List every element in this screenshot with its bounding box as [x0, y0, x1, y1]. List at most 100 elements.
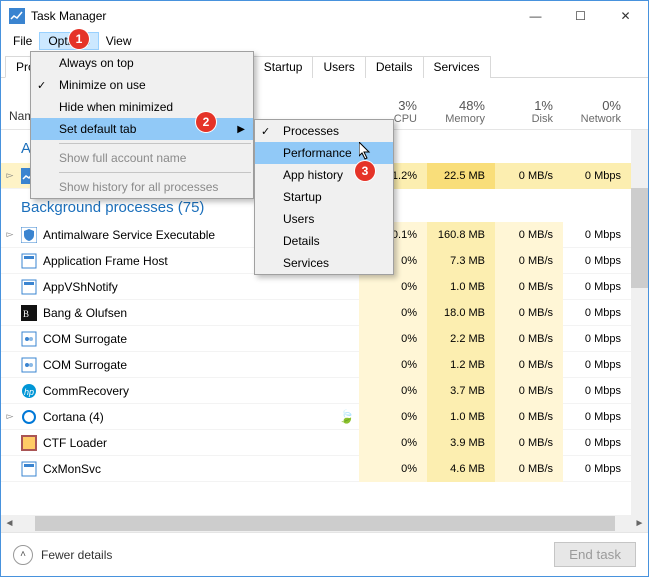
- scroll-left-icon[interactable]: ◄: [1, 518, 18, 529]
- table-row[interactable]: BBang & Olufsen0%18.0 MB0 MB/s0 Mbps: [1, 300, 648, 326]
- cell-disk: 0 MB/s: [495, 456, 563, 482]
- cell-cpu: 0%: [359, 378, 427, 404]
- cell-network: 0 Mbps: [563, 326, 631, 352]
- submenu-item[interactable]: ✓Processes: [255, 120, 393, 142]
- menu-item[interactable]: Always on top: [31, 52, 253, 74]
- process-name: COM Surrogate: [19, 357, 359, 373]
- cell-cpu: 0%: [359, 274, 427, 300]
- app-icon: [21, 253, 37, 269]
- app-icon: [21, 279, 37, 295]
- menu-item[interactable]: Hide when minimized: [31, 96, 253, 118]
- cell-memory: 4.6 MB: [427, 456, 495, 482]
- svg-text:hp: hp: [24, 387, 34, 397]
- cell-memory: 22.5 MB: [427, 163, 495, 189]
- horizontal-scrollbar[interactable]: ◄ ►: [1, 515, 648, 532]
- cell-cpu: 0%: [359, 430, 427, 456]
- cell-memory: 3.7 MB: [427, 378, 495, 404]
- cell-network: 0 Mbps: [563, 456, 631, 482]
- cell-cpu: 0%: [359, 352, 427, 378]
- column-network[interactable]: 0% Network: [563, 98, 631, 125]
- expand-chevron-icon[interactable]: ▻: [1, 170, 19, 181]
- menu-item: Show history for all processes: [31, 176, 253, 198]
- cell-cpu: 0%: [359, 404, 427, 430]
- table-row[interactable]: AppVShNotify0%1.0 MB0 MB/s0 Mbps: [1, 274, 648, 300]
- svg-text:B: B: [23, 309, 29, 319]
- submenu-item[interactable]: Services: [255, 252, 393, 274]
- column-memory[interactable]: 48% Memory: [427, 98, 495, 125]
- cell-disk: 0 MB/s: [495, 163, 563, 189]
- expand-chevron-icon[interactable]: ▻: [1, 411, 19, 422]
- tab-startup[interactable]: Startup: [253, 56, 314, 78]
- shield-icon: [21, 227, 37, 243]
- cell-memory: 1.2 MB: [427, 352, 495, 378]
- com-icon: [21, 357, 37, 373]
- check-icon: ✓: [261, 125, 270, 138]
- end-task-button[interactable]: End task: [554, 542, 636, 567]
- menu-file[interactable]: File: [5, 33, 40, 49]
- minimize-button[interactable]: —: [513, 1, 558, 31]
- menu-item[interactable]: Set default tab▶: [31, 118, 253, 140]
- menubar: File Options View: [1, 31, 648, 51]
- titlebar: Task Manager — ☐ ✕: [1, 1, 648, 31]
- cell-cpu: 0%: [359, 300, 427, 326]
- cell-disk: 0 MB/s: [495, 248, 563, 274]
- table-row[interactable]: ▻Cortana (4)🍃0%1.0 MB0 MB/s0 Mbps: [1, 404, 648, 430]
- cell-disk: 0 MB/s: [495, 378, 563, 404]
- cell-disk: 0 MB/s: [495, 326, 563, 352]
- process-name: Cortana (4)🍃: [19, 409, 359, 425]
- cell-memory: 2.2 MB: [427, 326, 495, 352]
- cell-disk: 0 MB/s: [495, 274, 563, 300]
- annotation-badge-1: 1: [69, 29, 89, 49]
- scroll-right-icon[interactable]: ►: [631, 518, 648, 529]
- tab-services[interactable]: Services: [423, 56, 491, 78]
- cell-cpu: 0%: [359, 456, 427, 482]
- cell-memory: 160.8 MB: [427, 222, 495, 248]
- table-row[interactable]: COM Surrogate0%1.2 MB0 MB/s0 Mbps: [1, 352, 648, 378]
- default-tab-submenu: ✓ProcessesPerformanceApp historyStartupU…: [254, 119, 394, 275]
- cell-network: 0 Mbps: [563, 352, 631, 378]
- cell-memory: 1.0 MB: [427, 274, 495, 300]
- cell-network: 0 Mbps: [563, 163, 631, 189]
- task-manager-icon: [9, 8, 25, 24]
- expand-chevron-icon[interactable]: ▻: [1, 229, 19, 240]
- table-row[interactable]: CTF Loader0%3.9 MB0 MB/s0 Mbps: [1, 430, 648, 456]
- close-button[interactable]: ✕: [603, 1, 648, 31]
- tab-users[interactable]: Users: [312, 56, 365, 78]
- vertical-scrollbar[interactable]: [631, 130, 648, 534]
- tab-details[interactable]: Details: [365, 56, 424, 78]
- mouse-cursor-icon: [359, 142, 373, 162]
- cell-disk: 0 MB/s: [495, 404, 563, 430]
- cortana-icon: [21, 409, 37, 425]
- process-name: CTF Loader: [19, 435, 359, 451]
- ctf-icon: [21, 435, 37, 451]
- submenu-item[interactable]: Users: [255, 208, 393, 230]
- table-row[interactable]: hpCommRecovery0%3.7 MB0 MB/s0 Mbps: [1, 378, 648, 404]
- cell-network: 0 Mbps: [563, 248, 631, 274]
- process-name: CxMonSvc: [19, 461, 359, 477]
- cell-network: 0 Mbps: [563, 430, 631, 456]
- scrollbar-thumb[interactable]: [631, 188, 648, 288]
- submenu-item[interactable]: Details: [255, 230, 393, 252]
- menu-item: Show full account name: [31, 147, 253, 169]
- submenu-item[interactable]: Startup: [255, 186, 393, 208]
- cell-network: 0 Mbps: [563, 274, 631, 300]
- check-icon: ✓: [37, 79, 46, 92]
- chevron-right-icon: ▶: [237, 124, 245, 135]
- cell-disk: 0 MB/s: [495, 352, 563, 378]
- process-name: BBang & Olufsen: [19, 305, 359, 321]
- hp-icon: hp: [21, 383, 37, 399]
- cell-memory: 3.9 MB: [427, 430, 495, 456]
- scrollbar-thumb[interactable]: [35, 516, 615, 531]
- maximize-button[interactable]: ☐: [558, 1, 603, 31]
- column-disk[interactable]: 1% Disk: [495, 98, 563, 125]
- table-row[interactable]: COM Surrogate0%2.2 MB0 MB/s0 Mbps: [1, 326, 648, 352]
- menu-view[interactable]: View: [98, 33, 140, 49]
- table-row[interactable]: CxMonSvc0%4.6 MB0 MB/s0 Mbps: [1, 456, 648, 482]
- cell-network: 0 Mbps: [563, 222, 631, 248]
- cell-network: 0 Mbps: [563, 300, 631, 326]
- menu-item[interactable]: ✓Minimize on use: [31, 74, 253, 96]
- cell-network: 0 Mbps: [563, 404, 631, 430]
- footer: ˄ Fewer details End task: [1, 532, 648, 576]
- fewer-details-button[interactable]: ˄ Fewer details: [13, 545, 112, 565]
- options-menu: Always on top✓Minimize on useHide when m…: [30, 51, 254, 199]
